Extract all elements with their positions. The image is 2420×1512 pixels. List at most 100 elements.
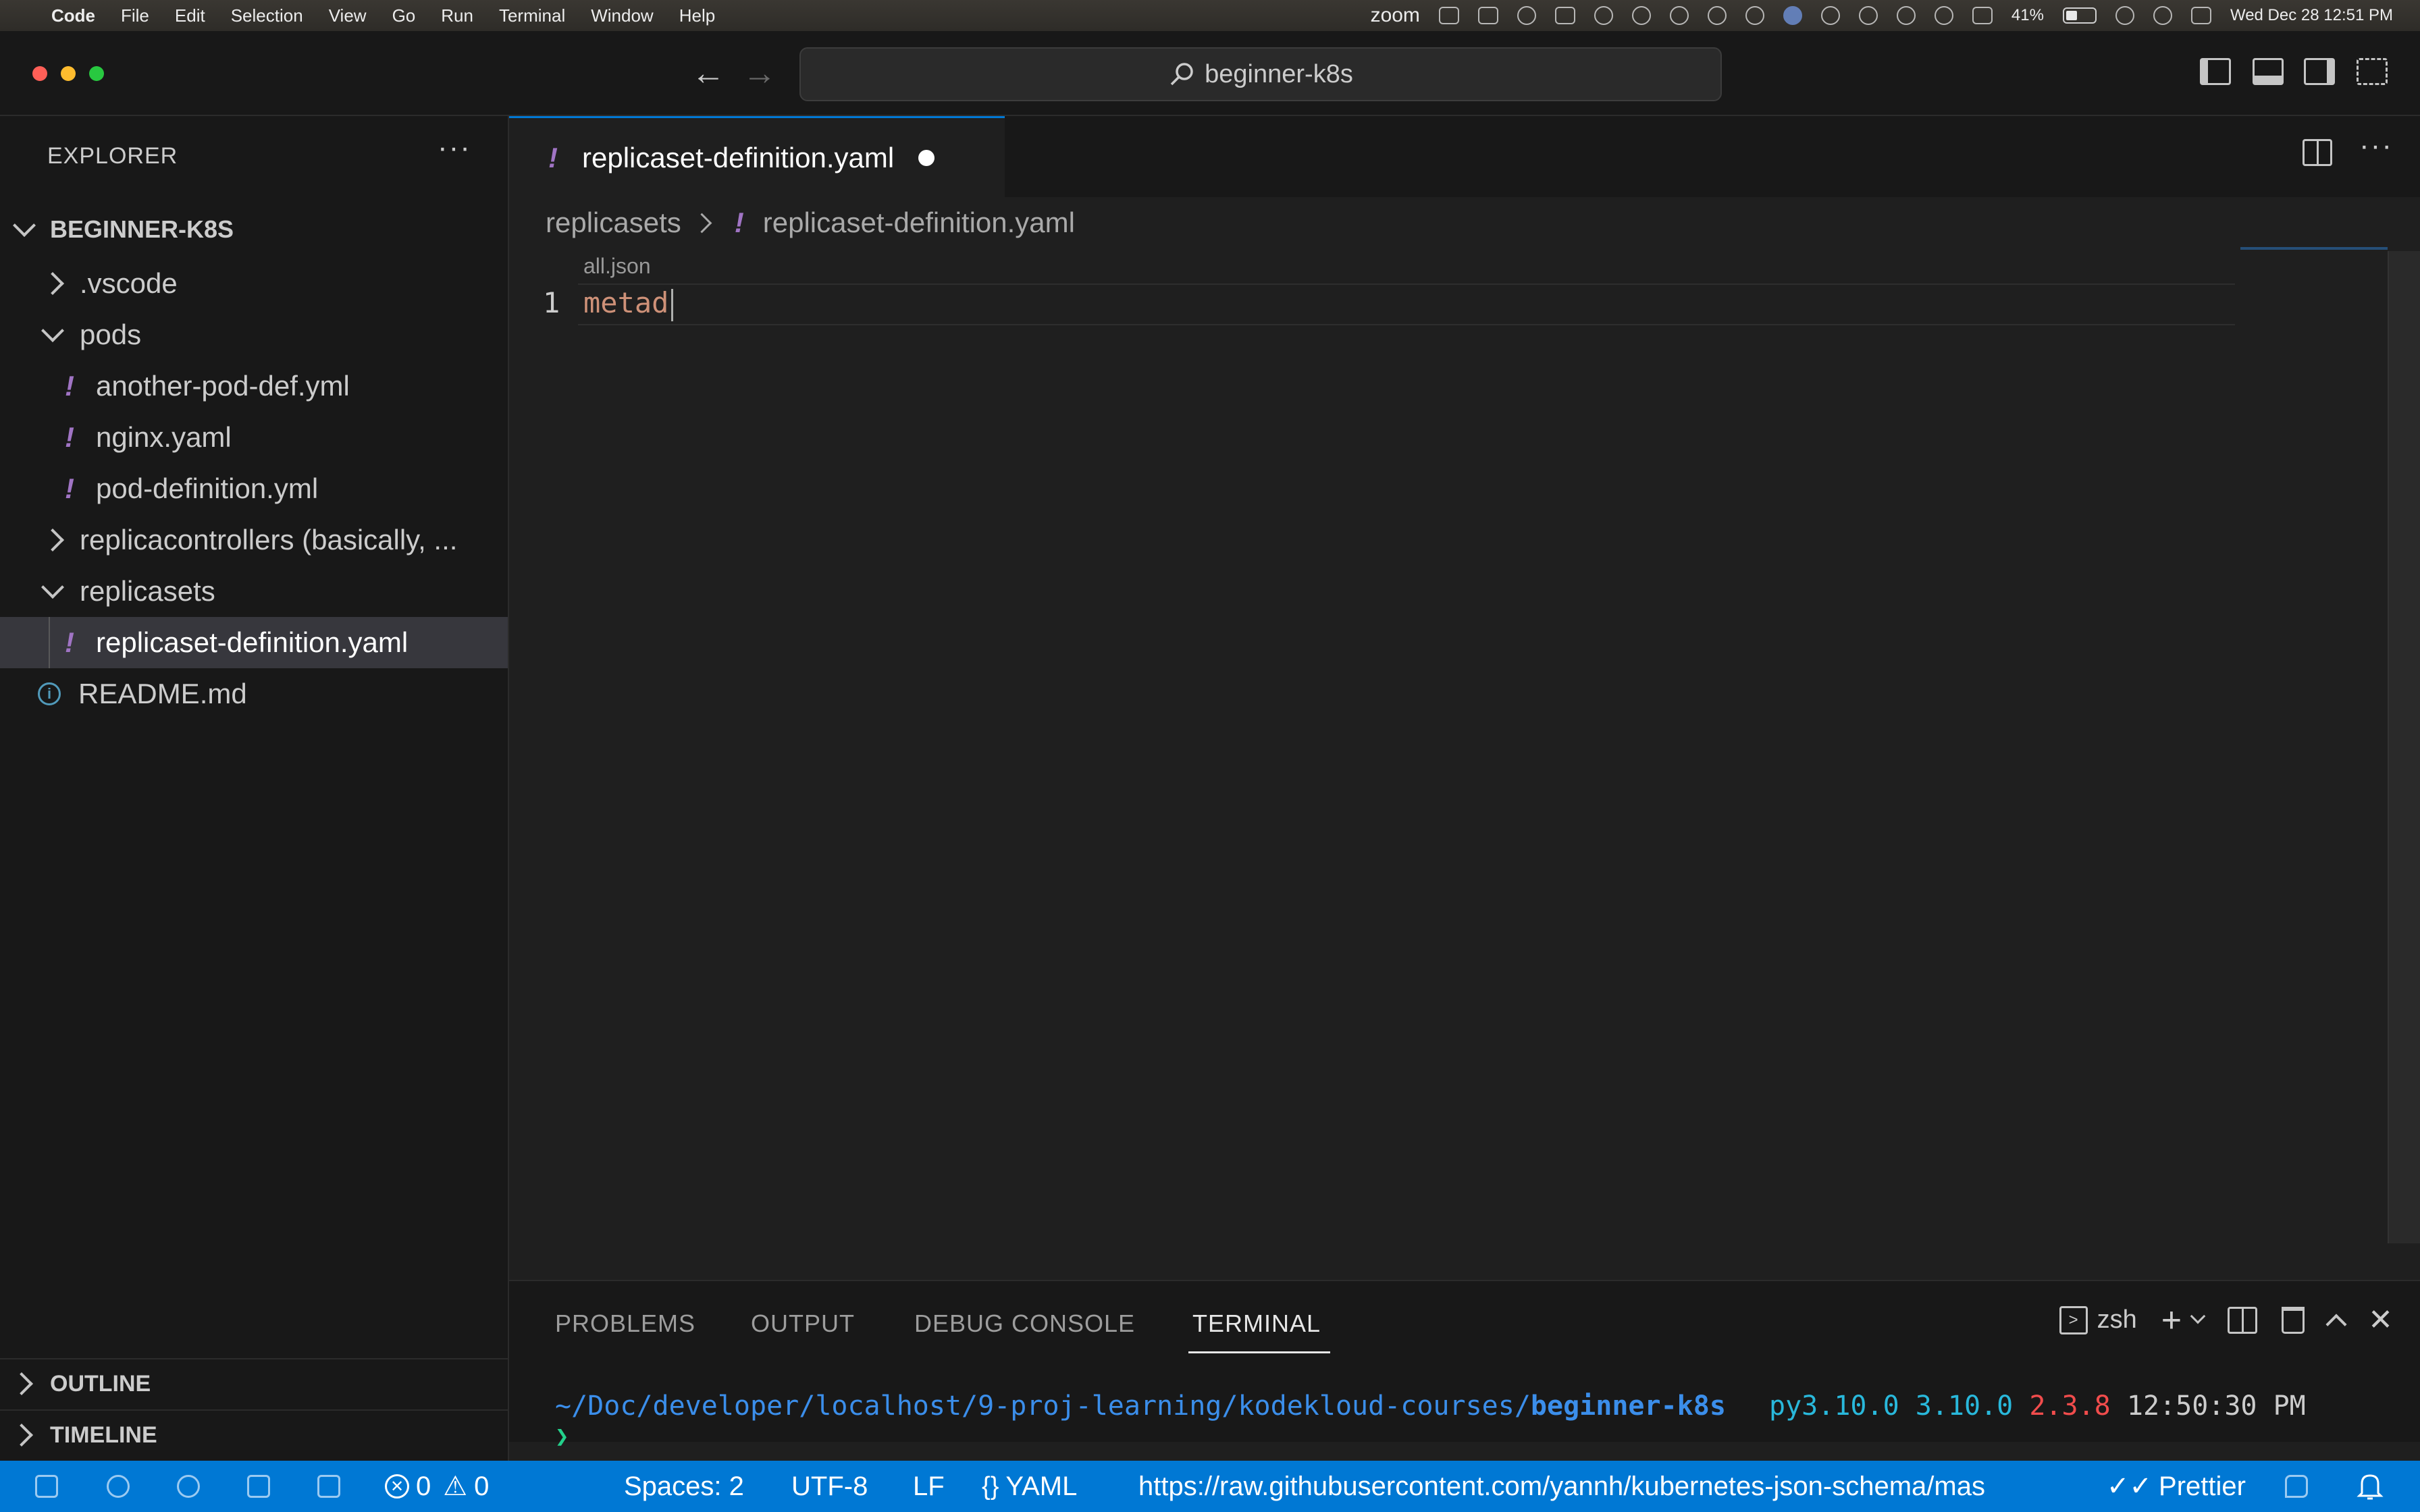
- tree-folder-pods[interactable]: pods: [0, 309, 508, 360]
- tree-folder-vscode[interactable]: .vscode: [0, 258, 508, 309]
- python-env: py3.10.0: [1769, 1390, 1899, 1422]
- spotlight-search-icon[interactable]: [2153, 6, 2172, 25]
- app-menu-code[interactable]: Code: [51, 5, 95, 26]
- play-icon[interactable]: [1934, 6, 1953, 25]
- tree-file-another-pod-def[interactable]: ! another-pod-def.yml: [0, 360, 508, 412]
- terminal-shell-selector[interactable]: > zsh: [2059, 1305, 2137, 1334]
- go-forward-arrow-icon[interactable]: →: [743, 54, 777, 92]
- keyboard-icon[interactable]: [1554, 7, 1575, 24]
- menu-selection[interactable]: Selection: [231, 5, 303, 26]
- explorer-activity-icon[interactable]: [35, 1475, 58, 1498]
- split-editor-icon[interactable]: [2303, 139, 2333, 166]
- bluetooth-icon[interactable]: [1858, 6, 1878, 25]
- language-label: YAML: [1005, 1471, 1078, 1501]
- menu-run[interactable]: Run: [441, 5, 473, 26]
- tree-file-pod-definition[interactable]: ! pod-definition.yml: [0, 463, 508, 514]
- cloud-icon[interactable]: [1517, 6, 1536, 25]
- trash-icon[interactable]: [2282, 1306, 2305, 1334]
- battery-icon[interactable]: [2062, 7, 2097, 24]
- notifications-bell-icon[interactable]: [2357, 1461, 2384, 1512]
- unsaved-dot-icon[interactable]: [918, 149, 935, 166]
- toggle-primary-sidebar-icon[interactable]: [2200, 58, 2231, 85]
- toggle-panel-icon[interactable]: [2253, 58, 2284, 85]
- close-window-button[interactable]: [32, 66, 47, 81]
- breadcrumb: replicasets ! replicaset-definition.yaml: [546, 198, 1075, 247]
- customize-layout-icon[interactable]: [2357, 58, 2388, 85]
- tab-debug-console[interactable]: DEBUG CONSOLE: [914, 1310, 1135, 1338]
- minimize-window-button[interactable]: [61, 66, 76, 81]
- control-center-icon[interactable]: [2190, 7, 2211, 24]
- arch-icon[interactable]: [1477, 7, 1498, 24]
- tree-folder-replicasets[interactable]: replicasets: [0, 566, 508, 617]
- yaml-schema-status[interactable]: https://raw.githubusercontent.com/yannh/…: [1138, 1461, 1985, 1512]
- breadcrumb-folder[interactable]: replicasets: [546, 207, 681, 239]
- encoding-status[interactable]: UTF-8: [791, 1461, 868, 1512]
- menu-view[interactable]: View: [329, 5, 367, 26]
- dots-icon[interactable]: [1820, 6, 1840, 25]
- e-app-icon[interactable]: [1669, 6, 1689, 25]
- minimap-slider[interactable]: [2240, 247, 2388, 250]
- prettier-status[interactable]: ✓✓ Prettier: [2107, 1461, 2246, 1512]
- search-activity-icon[interactable]: [107, 1475, 130, 1498]
- toggle-secondary-sidebar-icon[interactable]: [2304, 58, 2335, 85]
- code-line[interactable]: metad: [583, 286, 668, 319]
- feedback-icon[interactable]: [2285, 1475, 2308, 1498]
- menubar-clock[interactable]: Wed Dec 28 12:51 PM: [2230, 6, 2393, 25]
- language-mode-status[interactable]: {} YAML: [982, 1461, 1077, 1512]
- problems-counter[interactable]: ✕ 0 ⚠ 0: [385, 1461, 489, 1512]
- explorer-more-actions-icon[interactable]: ···: [438, 131, 471, 165]
- terminal-prompt-line[interactable]: ~/Doc/developer/localhost/9-proj-learnin…: [555, 1390, 2306, 1422]
- workspace-root-folder[interactable]: BEGINNER-K8S: [0, 204, 508, 255]
- password-manager-icon[interactable]: [1594, 6, 1613, 25]
- tab-output[interactable]: OUTPUT: [751, 1310, 855, 1338]
- warning-icon: ⚠: [443, 1472, 468, 1501]
- editor-more-actions-icon[interactable]: ···: [2359, 129, 2393, 163]
- editor-scrollbar[interactable]: [2388, 251, 2420, 1243]
- indentation-status[interactable]: Spaces: 2: [624, 1461, 744, 1512]
- chevron-down-icon[interactable]: [2190, 1308, 2206, 1324]
- outline-section-header[interactable]: OUTLINE: [0, 1358, 508, 1408]
- chevron-down-icon: [13, 214, 36, 237]
- tab-problems[interactable]: PROBLEMS: [555, 1310, 695, 1338]
- timeline-section-header[interactable]: TIMELINE: [0, 1409, 508, 1459]
- display-icon[interactable]: [1972, 7, 1993, 24]
- eye-icon[interactable]: [1745, 6, 1764, 25]
- menu-file[interactable]: File: [121, 5, 149, 26]
- breadcrumb-file[interactable]: replicaset-definition.yaml: [763, 207, 1075, 239]
- tree-file-readme[interactable]: i README.md: [0, 668, 508, 720]
- extensions-icon[interactable]: [317, 1475, 340, 1498]
- menu-go[interactable]: Go: [392, 5, 416, 26]
- wifi-icon[interactable]: [2115, 6, 2134, 25]
- schema-codelens[interactable]: all.json: [583, 254, 651, 279]
- eol-status[interactable]: LF: [913, 1461, 945, 1512]
- menu-edit[interactable]: Edit: [175, 5, 205, 26]
- yaml-file-icon: !: [65, 473, 74, 504]
- tree-file-nginx[interactable]: ! nginx.yaml: [0, 412, 508, 463]
- double-check-icon: ✓✓: [2107, 1472, 2153, 1501]
- tab-replicaset-definition[interactable]: ! replicaset-definition.yaml: [509, 116, 1005, 197]
- tab-terminal[interactable]: TERMINAL: [1192, 1310, 1321, 1338]
- split-terminal-icon[interactable]: [2228, 1306, 2258, 1334]
- run-debug-icon[interactable]: [247, 1475, 270, 1498]
- headphones-icon[interactable]: [1896, 6, 1916, 25]
- terminal-path: ~/Doc/developer/localhost/9-proj-learnin…: [555, 1390, 1531, 1422]
- send-icon[interactable]: [1783, 6, 1802, 25]
- menu-help[interactable]: Help: [679, 5, 715, 26]
- close-panel-icon[interactable]: ✕: [2368, 1303, 2393, 1337]
- maximize-panel-chevron-up-icon[interactable]: [2325, 1313, 2347, 1335]
- go-back-arrow-icon[interactable]: ←: [691, 54, 725, 92]
- tree-item-label: replicasets: [80, 575, 215, 607]
- tree-file-replicaset-definition[interactable]: ! replicaset-definition.yaml: [0, 617, 508, 668]
- command-center-search[interactable]: beginner-k8s: [799, 47, 1722, 101]
- zoom-status[interactable]: zoom: [1371, 4, 1420, 27]
- source-control-icon[interactable]: [177, 1475, 200, 1498]
- settings-gear-icon[interactable]: [1631, 6, 1651, 25]
- chat-bubbles-icon[interactable]: [1707, 6, 1727, 25]
- menu-terminal[interactable]: Terminal: [499, 5, 565, 26]
- command-center-label: beginner-k8s: [1205, 59, 1353, 88]
- new-terminal-plus-icon[interactable]: +: [2161, 1303, 2182, 1338]
- tree-folder-replicacontrollers[interactable]: replicacontrollers (basically, ...: [0, 514, 508, 566]
- menu-window[interactable]: Window: [591, 5, 653, 26]
- zoom-window-button[interactable]: [89, 66, 104, 81]
- shield-icon[interactable]: [1438, 7, 1459, 24]
